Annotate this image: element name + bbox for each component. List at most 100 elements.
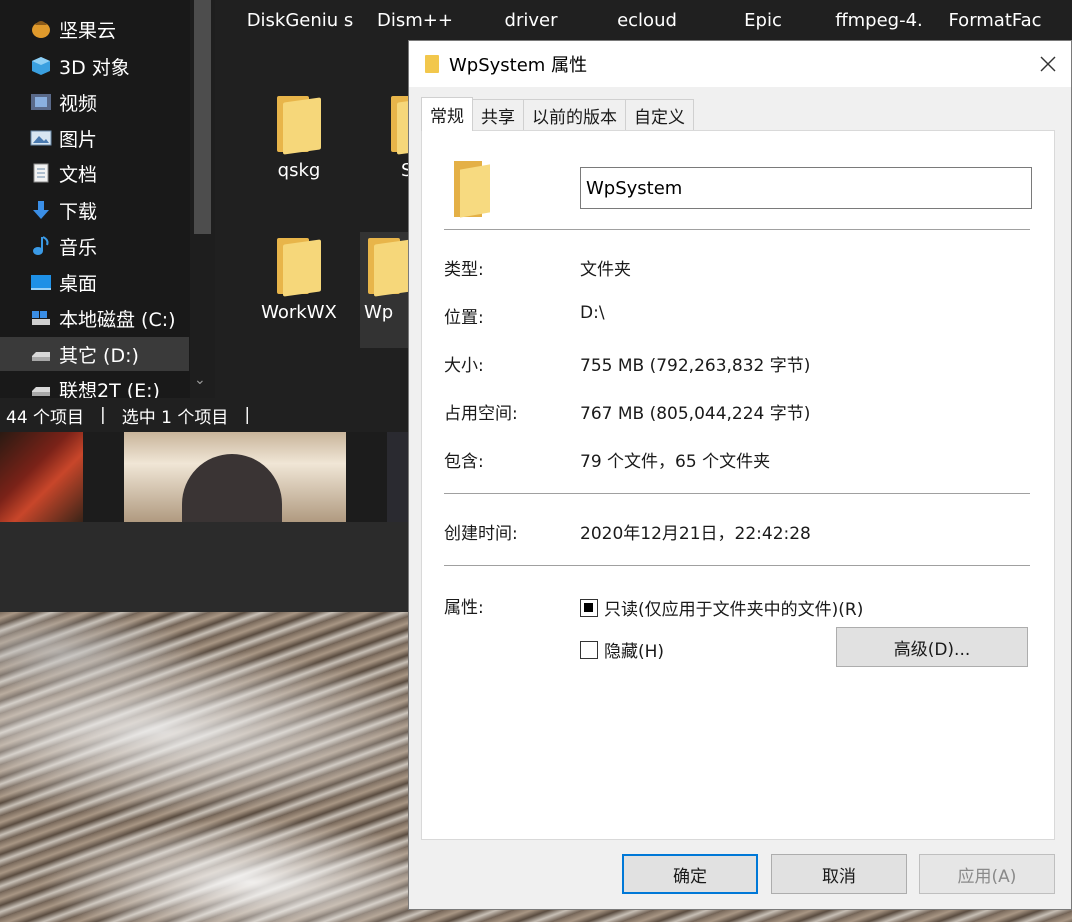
close-icon [1040, 56, 1056, 72]
nav-item-label: 坚果云 [59, 19, 117, 42]
readonly-checkbox[interactable] [580, 598, 598, 617]
contains-label: 包含: [444, 452, 484, 472]
file-label: Epic [744, 10, 782, 31]
scrollbar-thumb[interactable] [194, 0, 211, 234]
disk-size-label: 占用空间: [444, 404, 518, 424]
tab-customize[interactable]: 自定义 [625, 99, 694, 131]
nav-item-videos[interactable]: 视频 [30, 85, 190, 119]
attributes-label: 属性: [444, 598, 484, 618]
apply-button[interactable]: 应用(A) [919, 854, 1055, 894]
nav-item-pictures[interactable]: 图片 [30, 121, 190, 155]
thumbnail-image [124, 432, 346, 522]
nav-item-drive-c[interactable]: 本地磁盘 (C:) [30, 301, 190, 335]
dialog-title: WpSystem 属性 [449, 55, 588, 76]
thumbnail-image [387, 432, 410, 522]
status-bar: 44 个项目 | 选中 1 个项目 | [0, 398, 410, 432]
chevron-down-icon[interactable]: ⌄ [194, 372, 206, 388]
status-separator: | [100, 405, 106, 425]
taskbar-area [0, 522, 410, 612]
folder-item[interactable]: S [341, 96, 411, 181]
selected-count: 选中 1 个项目 [121, 407, 229, 428]
folder-icon [277, 96, 321, 155]
close-button[interactable] [1025, 41, 1071, 87]
windows-drive-icon [30, 308, 52, 328]
hidden-checkbox[interactable] [580, 640, 598, 659]
folder-label: Wp [364, 302, 394, 323]
folder-label: S [401, 160, 411, 181]
folder-icon [368, 238, 408, 297]
folder-icon [277, 238, 321, 297]
file-item[interactable]: Dism++ [355, 10, 475, 31]
file-label: ffmpeg-4. [835, 10, 923, 31]
nav-item-label: 桌面 [59, 272, 98, 295]
thumbnail-image [0, 432, 83, 522]
ok-button[interactable]: 确定 [622, 854, 758, 894]
nav-item-drive-d[interactable]: 其它 (D:) [0, 337, 189, 371]
nav-scrollbar[interactable]: ⌄ [190, 0, 215, 398]
file-item[interactable]: driver [471, 10, 591, 31]
tab-bar: 常规 共享 以前的版本 自定义 [421, 97, 694, 131]
nav-item-documents[interactable]: 文档 [30, 156, 190, 190]
navigation-pane: 坚果云 3D 对象 视频 图片 文档 下载 音乐 桌面 本地磁盘 (C:) 其它… [0, 0, 215, 402]
file-label: ecloud [617, 10, 677, 31]
nav-item-label: 3D 对象 [59, 56, 130, 79]
file-label: DiskGeniu s [246, 10, 354, 31]
properties-dialog: WpSystem 属性 常规 共享 以前的版本 自定义 类型: 文件夹 位置: … [408, 40, 1072, 910]
file-item[interactable]: ecloud [587, 10, 707, 31]
advanced-button[interactable]: 高级(D)... [836, 627, 1028, 667]
tab-general[interactable]: 常规 [421, 97, 473, 131]
divider [444, 493, 1030, 494]
drive-icon [30, 344, 52, 364]
drive-icon [30, 379, 52, 399]
folder-label: WorkWX [261, 302, 337, 323]
type-label: 类型: [444, 260, 484, 280]
divider [444, 229, 1030, 230]
dialog-titlebar[interactable]: WpSystem 属性 [409, 41, 1071, 87]
nav-item-label: 文档 [59, 163, 98, 186]
pictures-icon [30, 128, 52, 148]
nav-item-label: 本地磁盘 (C:) [59, 308, 176, 331]
file-label: Dism++ [377, 10, 453, 31]
folder-item-selected[interactable]: Wp [360, 232, 408, 348]
file-label: driver [504, 10, 558, 31]
nav-item-label: 音乐 [59, 236, 98, 259]
readonly-checkbox-row[interactable]: 只读(仅应用于文件夹中的文件)(R) [580, 595, 863, 620]
tab-previous-versions[interactable]: 以前的版本 [523, 99, 626, 131]
3d-objects-icon [30, 56, 52, 76]
hidden-label: 隐藏(H) [604, 642, 665, 662]
folder-name-input[interactable] [580, 167, 1032, 209]
location-label: 位置: [444, 308, 484, 328]
divider [444, 565, 1030, 566]
cancel-button[interactable]: 取消 [771, 854, 907, 894]
location-value: D:\ [580, 303, 605, 323]
disk-size-value: 767 MB (805,044,224 字节) [580, 404, 811, 424]
item-count: 44 个项目 [6, 407, 85, 428]
created-value: 2020年12月21日，22:42:28 [580, 524, 811, 544]
file-item[interactable]: DiskGeniu s [240, 10, 360, 32]
size-label: 大小: [444, 356, 484, 376]
nav-item-label: 图片 [59, 128, 98, 151]
nav-item-label: 视频 [59, 92, 98, 115]
nav-item-downloads[interactable]: 下载 [30, 193, 190, 227]
folder-item[interactable]: WorkWX [239, 238, 359, 323]
created-label: 创建时间: [444, 524, 518, 544]
file-item[interactable]: ffmpeg-4. [819, 10, 939, 31]
nav-item-desktop[interactable]: 桌面 [30, 265, 190, 299]
hidden-checkbox-row[interactable]: 隐藏(H) [580, 637, 664, 662]
documents-icon [30, 163, 52, 183]
nav-item-jianguoyun[interactable]: 坚果云 [30, 12, 190, 46]
file-item[interactable]: FormatFac [935, 10, 1055, 31]
tab-sharing[interactable]: 共享 [472, 99, 524, 131]
music-icon [30, 236, 52, 256]
nav-item-3d-objects[interactable]: 3D 对象 [30, 49, 190, 83]
nav-item-label: 下载 [59, 200, 98, 223]
file-item[interactable]: Epic [703, 10, 823, 31]
nav-item-music[interactable]: 音乐 [30, 229, 190, 263]
jianguoyun-icon [30, 19, 52, 39]
folder-icon [454, 161, 494, 218]
general-panel: 类型: 文件夹 位置: D:\ 大小: 755 MB (792,263,832 … [421, 130, 1055, 840]
videos-icon [30, 92, 52, 112]
file-label: FormatFac [948, 10, 1042, 31]
size-value: 755 MB (792,263,832 字节) [580, 356, 811, 376]
type-value: 文件夹 [580, 260, 631, 280]
